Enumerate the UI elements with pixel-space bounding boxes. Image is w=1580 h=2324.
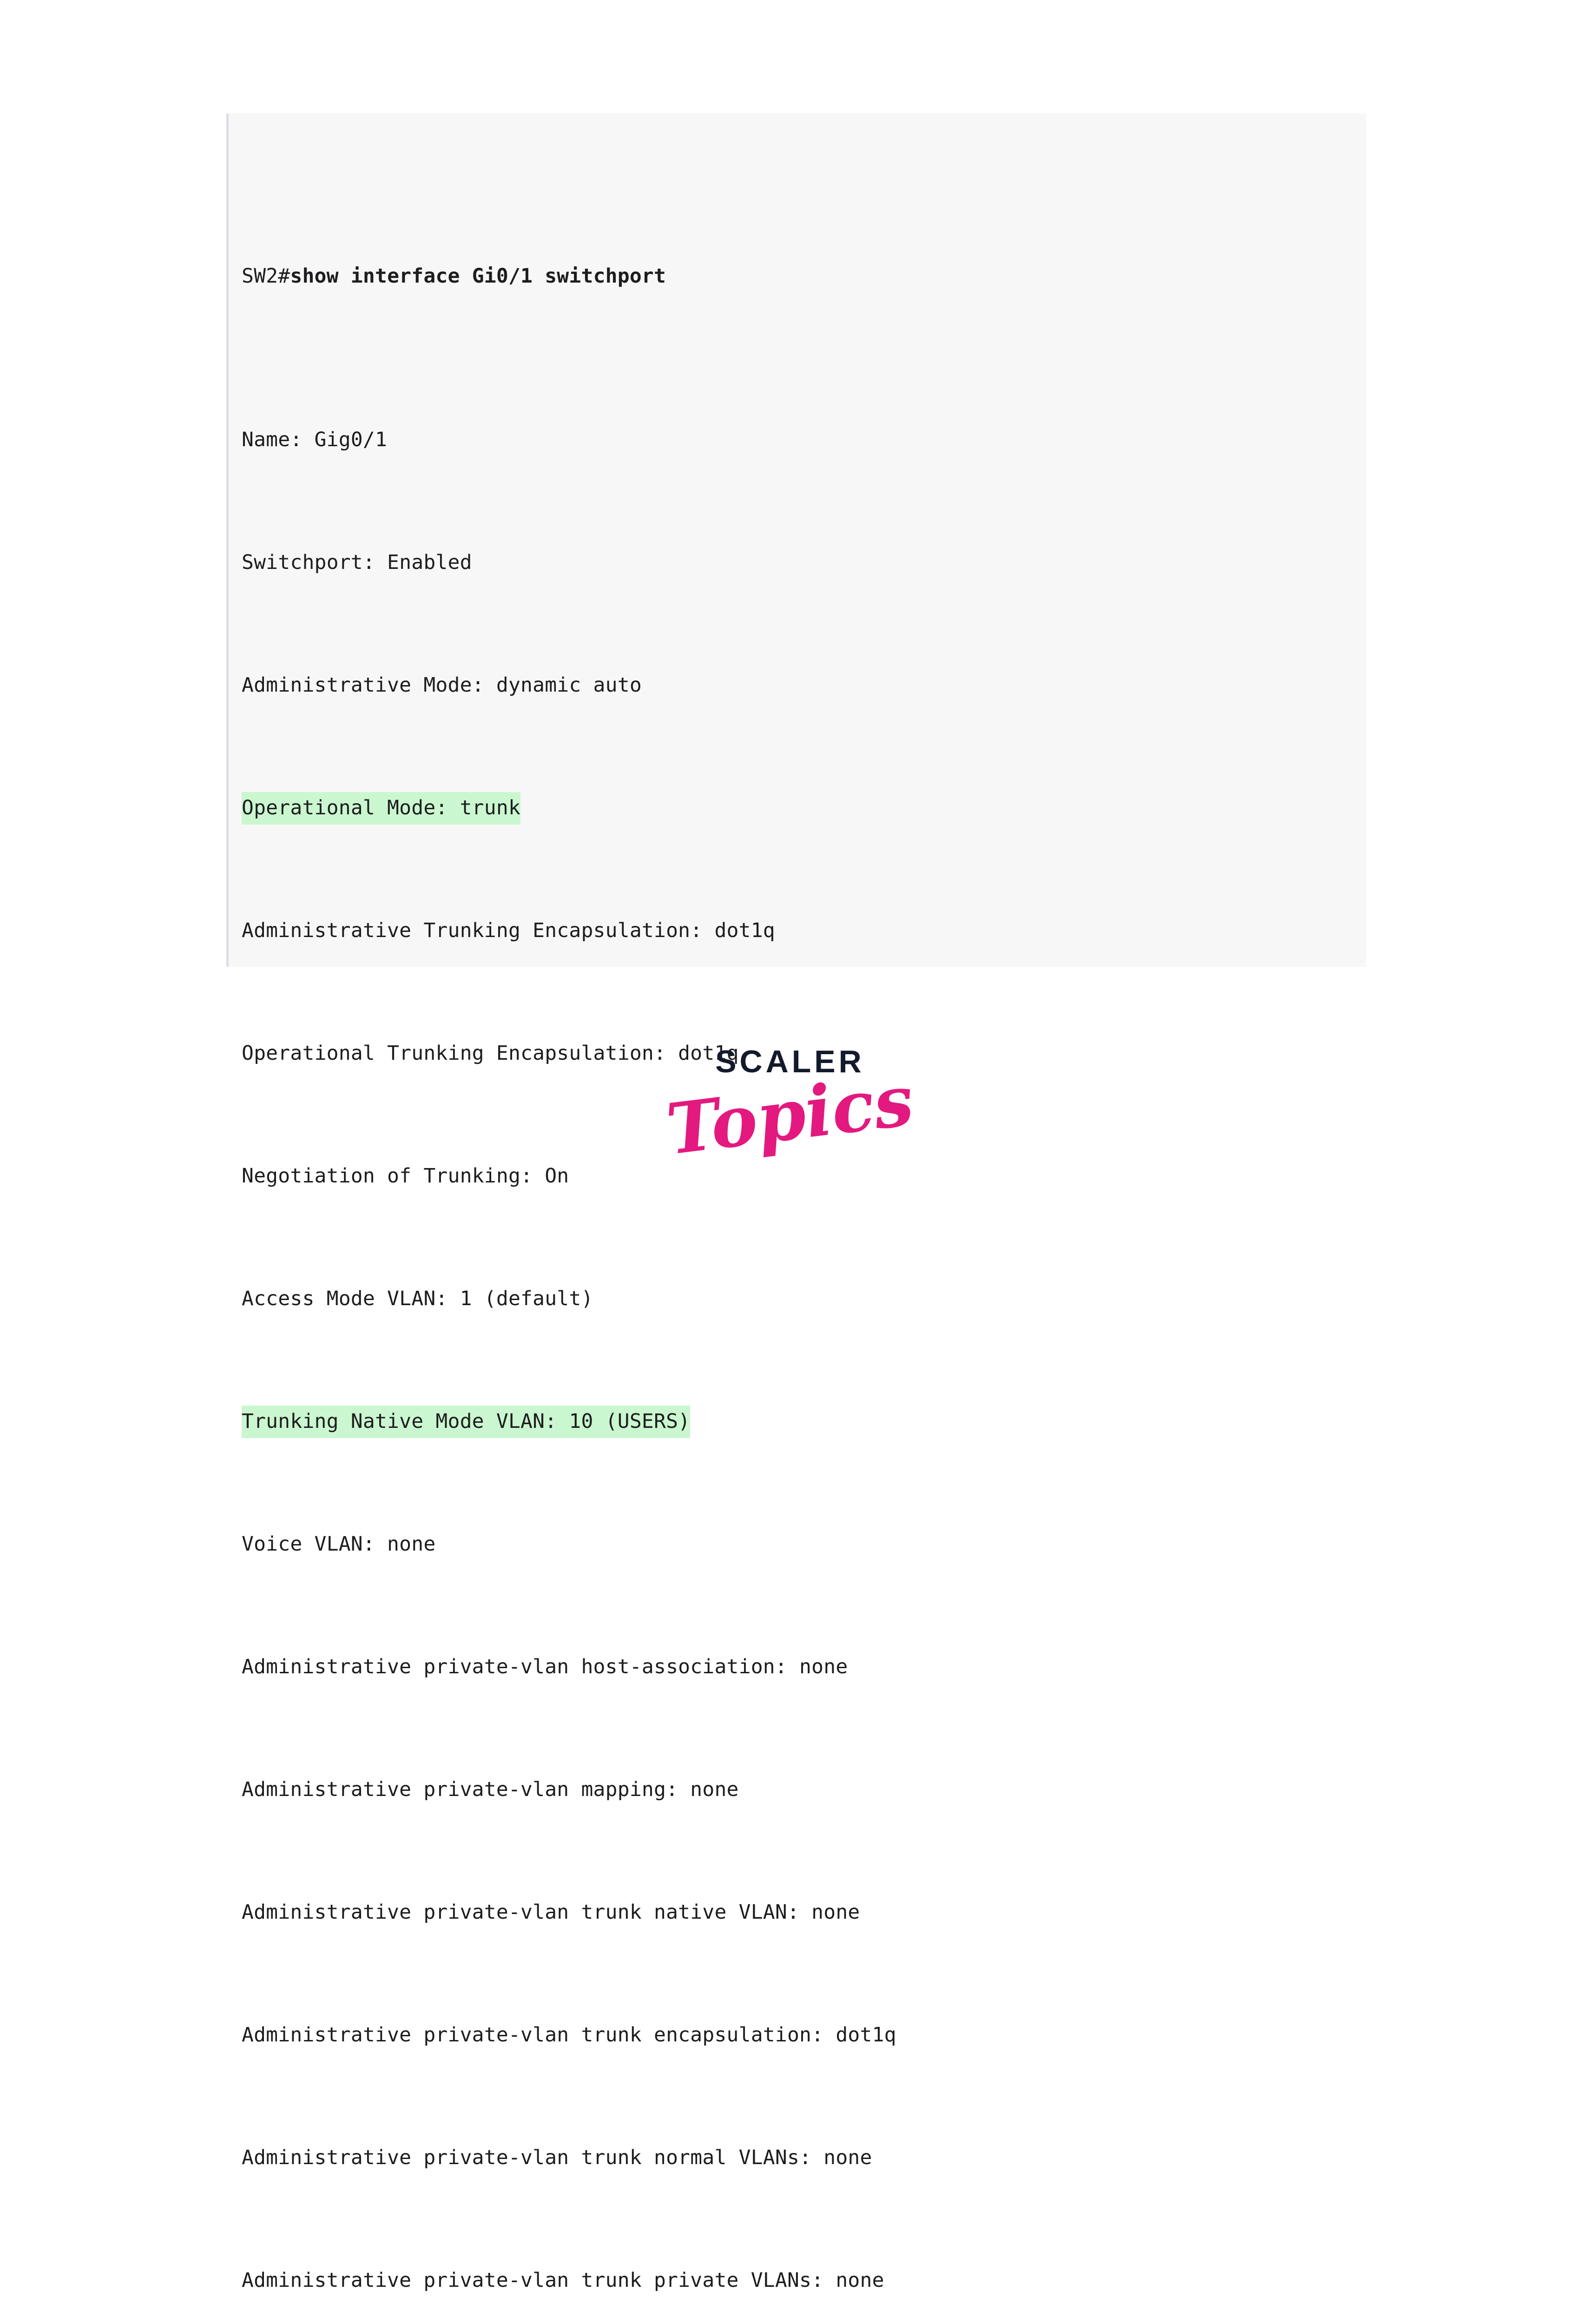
terminal-line-highlighted: Trunking Native Mode VLAN: 10 (USERS) [242, 1401, 1366, 1442]
terminal-line: Switchport: Enabled [242, 542, 1366, 583]
terminal-line-text: Negotiation of Trunking: On [242, 1164, 569, 1188]
terminal-line: Administrative private-vlan trunk native… [242, 1892, 1366, 1933]
terminal-line-text: Voice VLAN: none [242, 1532, 436, 1556]
terminal-line: Administrative private-vlan trunk encaps… [242, 2014, 1366, 2055]
terminal-line-text: Access Mode VLAN: 1 (default) [242, 1287, 593, 1310]
terminal-line-list: SW2#show interface Gi0/1 switchport Name… [242, 133, 1366, 2324]
terminal-line-text: Administrative private-vlan host-associa… [242, 1655, 848, 1678]
terminal-command: show interface Gi0/1 switchport [290, 264, 666, 288]
terminal-line: Voice VLAN: none [242, 1524, 1366, 1565]
terminal-line-text: Administrative Mode: dynamic auto [242, 673, 642, 697]
terminal-command-line: SW2#show interface Gi0/1 switchport [242, 256, 1366, 297]
terminal-line-text: Administrative private-vlan trunk privat… [242, 2269, 884, 2292]
terminal-line-highlighted: Operational Mode: trunk [242, 787, 1366, 828]
terminal-line: Administrative Trunking Encapsulation: d… [242, 910, 1366, 951]
terminal-line-text: Administrative private-vlan trunk encaps… [242, 2023, 896, 2047]
terminal-line-text: Administrative private-vlan trunk normal… [242, 2146, 872, 2169]
terminal-line: Access Mode VLAN: 1 (default) [242, 1278, 1366, 1319]
terminal-line: Name: Gig0/1 [242, 419, 1366, 460]
terminal-line-text: Administrative Trunking Encapsulation: d… [242, 919, 775, 942]
logo-scaler-wordmark: SCALER [715, 1044, 865, 1079]
terminal-line-text: Administrative private-vlan mapping: non… [242, 1778, 739, 1801]
scaler-topics-logo: SCALER Topics [0, 1044, 1580, 1171]
terminal-line: Administrative Mode: dynamic auto [242, 665, 1366, 706]
terminal-line-text: Name: Gig0/1 [242, 428, 388, 451]
terminal-line-text: Administrative private-vlan trunk native… [242, 1901, 860, 1924]
terminal-prompt: SW2# [242, 264, 290, 288]
terminal-line: Administrative private-vlan host-associa… [242, 1646, 1366, 1687]
terminal-line-text: Operational Mode: trunk [242, 792, 521, 825]
terminal-line: Administrative private-vlan trunk privat… [242, 2260, 1366, 2301]
terminal-line-text: Trunking Native Mode VLAN: 10 (USERS) [242, 1406, 691, 1438]
logo-topics-text: Topics [662, 1059, 918, 1171]
terminal-line: Administrative private-vlan trunk normal… [242, 2137, 1366, 2178]
terminal-line-text: Switchport: Enabled [242, 551, 472, 574]
logo-topics-wordmark: Topics [0, 1059, 1580, 1171]
terminal-line: Administrative private-vlan mapping: non… [242, 1769, 1366, 1810]
terminal-output-block: SW2#show interface Gi0/1 switchport Name… [226, 113, 1366, 2292]
